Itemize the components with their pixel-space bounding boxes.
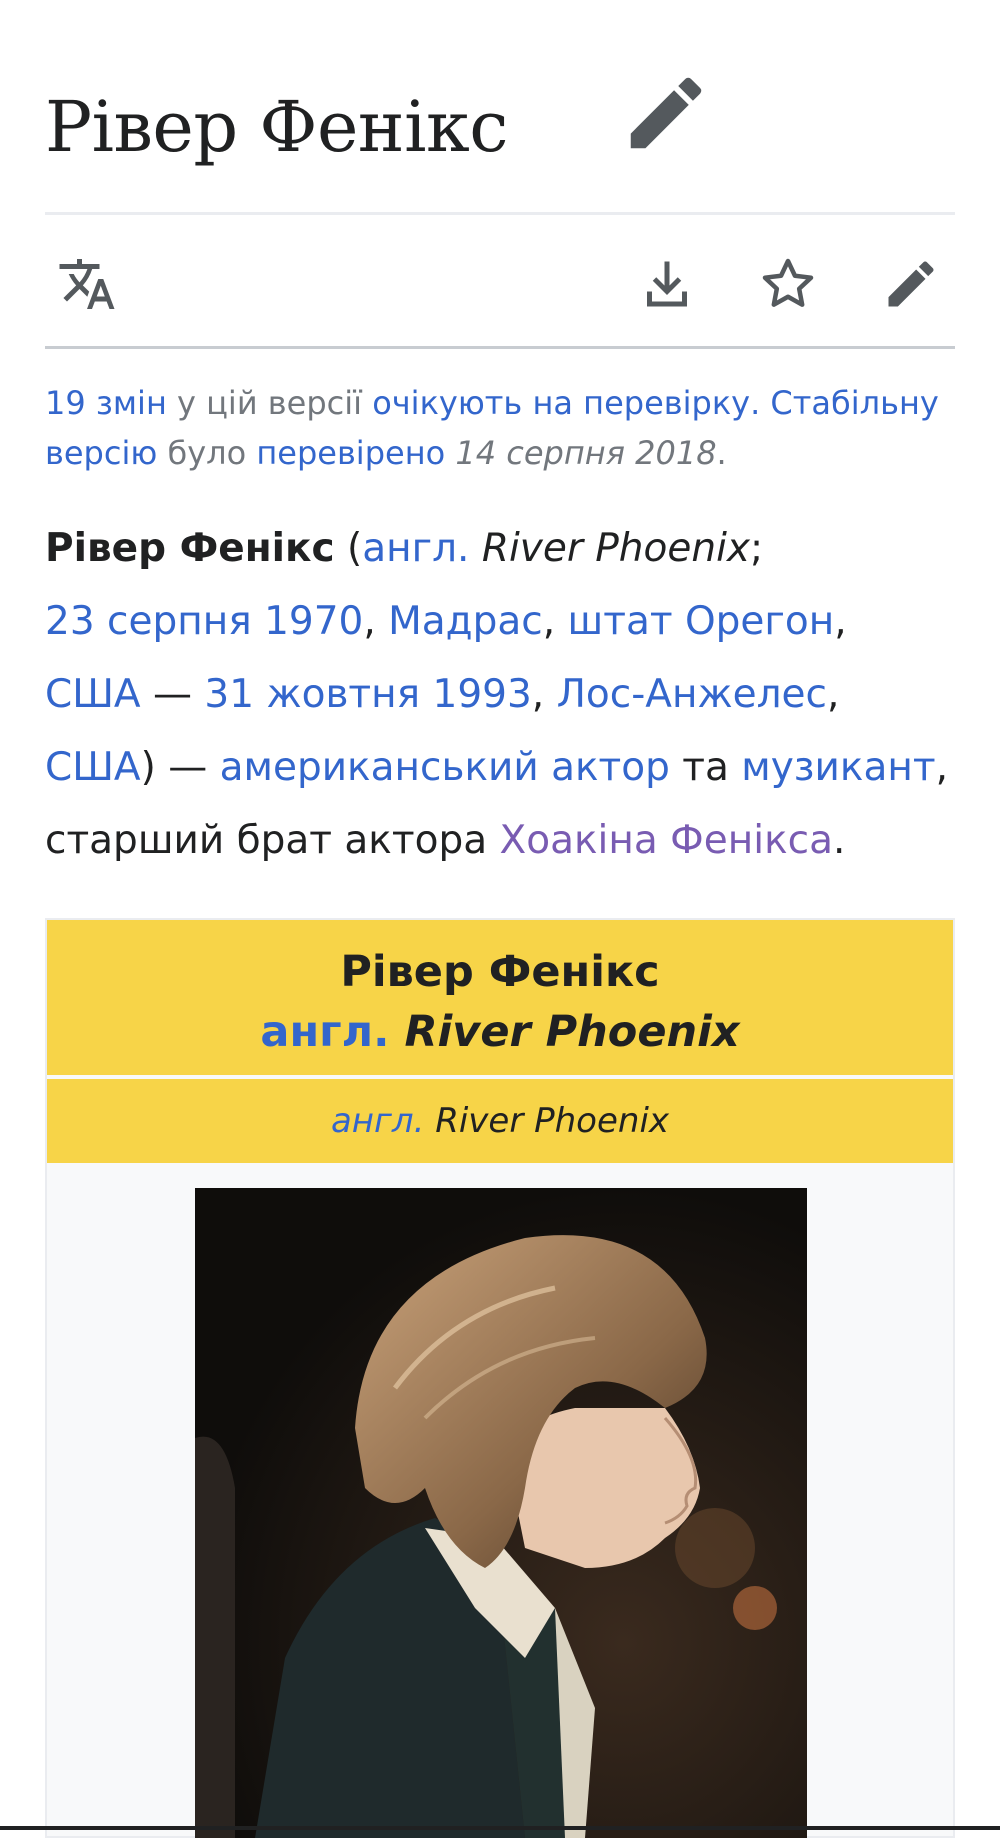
toolbar-divider (45, 346, 955, 349)
comma: , (363, 599, 389, 644)
comma: , (834, 599, 847, 644)
star-icon[interactable] (756, 252, 820, 316)
original-name: River Phoenix (469, 526, 751, 571)
pending-changes-link[interactable]: 19 змін (45, 384, 167, 422)
infobox-lang-link[interactable]: англ. (260, 1007, 389, 1057)
musician-link[interactable]: музикант (741, 745, 935, 790)
page-actions-toolbar (45, 232, 955, 332)
lead-paragraph: Рівер Фенікс (англ. River Phoenix; 23 сер… (45, 512, 965, 877)
period: . (832, 818, 846, 863)
edit-pencil-icon[interactable] (879, 252, 943, 316)
infobox-subtitle: англ. River Phoenix (47, 1079, 953, 1163)
subject-name: Рівер Фенікс (45, 526, 335, 571)
birth-state-link[interactable]: штат Орегон (568, 599, 835, 644)
bottom-bar (0, 1826, 1000, 1830)
page-title: Рівер Фенікс (45, 86, 508, 168)
pencil-icon[interactable] (619, 66, 713, 160)
death-date-link[interactable]: 31 жовтня 1993 (204, 672, 531, 717)
notice-text: у цій версії (166, 384, 373, 422)
infobox-original-name: англ. River Phoenix (47, 1002, 953, 1062)
pending-changes-notice: 19 змін у цій версії очікують на перевір… (45, 378, 955, 478)
dash: — (140, 672, 205, 717)
stable-version-link-2[interactable]: версію (45, 434, 157, 472)
usa-link-2[interactable]: США (45, 745, 141, 790)
infobox-sub-lang-link[interactable]: англ. (331, 1101, 424, 1141)
notice-period: . (716, 434, 727, 472)
lang-english-link[interactable]: англ. (362, 526, 469, 571)
pending-review-link[interactable]: очікують на перевірку. (372, 384, 760, 422)
brother-link[interactable]: Хоакіна Фенікса (500, 818, 833, 863)
comma: , (826, 672, 840, 717)
infobox-english-name: River Phoenix (404, 1007, 740, 1057)
semicolon: ; (750, 526, 764, 571)
notice-text-2: було (157, 434, 257, 472)
portrait-photo[interactable] (195, 1188, 807, 1838)
comma: , (935, 745, 948, 790)
brother-text: старший брат актора (45, 818, 500, 863)
notice-space (760, 384, 770, 422)
translate-icon[interactable] (55, 252, 119, 316)
checked-link[interactable]: перевірено (256, 434, 445, 472)
infobox: Рівер Фенікс англ. River Phoenix англ. R… (45, 918, 955, 1838)
birth-place-link[interactable]: Мадрас (388, 599, 543, 644)
birth-date-link[interactable]: 23 серпня 1970 (45, 599, 363, 644)
infobox-name: Рівер Фенікс (340, 947, 660, 997)
comma: , (531, 672, 557, 717)
actor-link[interactable]: американський актор (220, 745, 670, 790)
download-icon[interactable] (635, 252, 699, 316)
title-row: Рівер Фенікс (45, 60, 955, 210)
close-paren: ) — (140, 745, 220, 790)
death-place-link[interactable]: Лос-Анжелес (557, 672, 827, 717)
usa-link[interactable]: США (45, 672, 141, 717)
title-divider (45, 212, 955, 215)
stable-version-link[interactable]: Стабільну (770, 384, 938, 422)
review-date: 14 серпня 2018 (445, 434, 717, 472)
open-paren: ( (334, 526, 363, 571)
comma: , (542, 599, 568, 644)
infobox-header: Рівер Фенікс англ. River Phoenix (47, 920, 953, 1075)
conjunction: та (669, 745, 742, 790)
infobox-sub-english-name: River Phoenix (435, 1101, 670, 1141)
